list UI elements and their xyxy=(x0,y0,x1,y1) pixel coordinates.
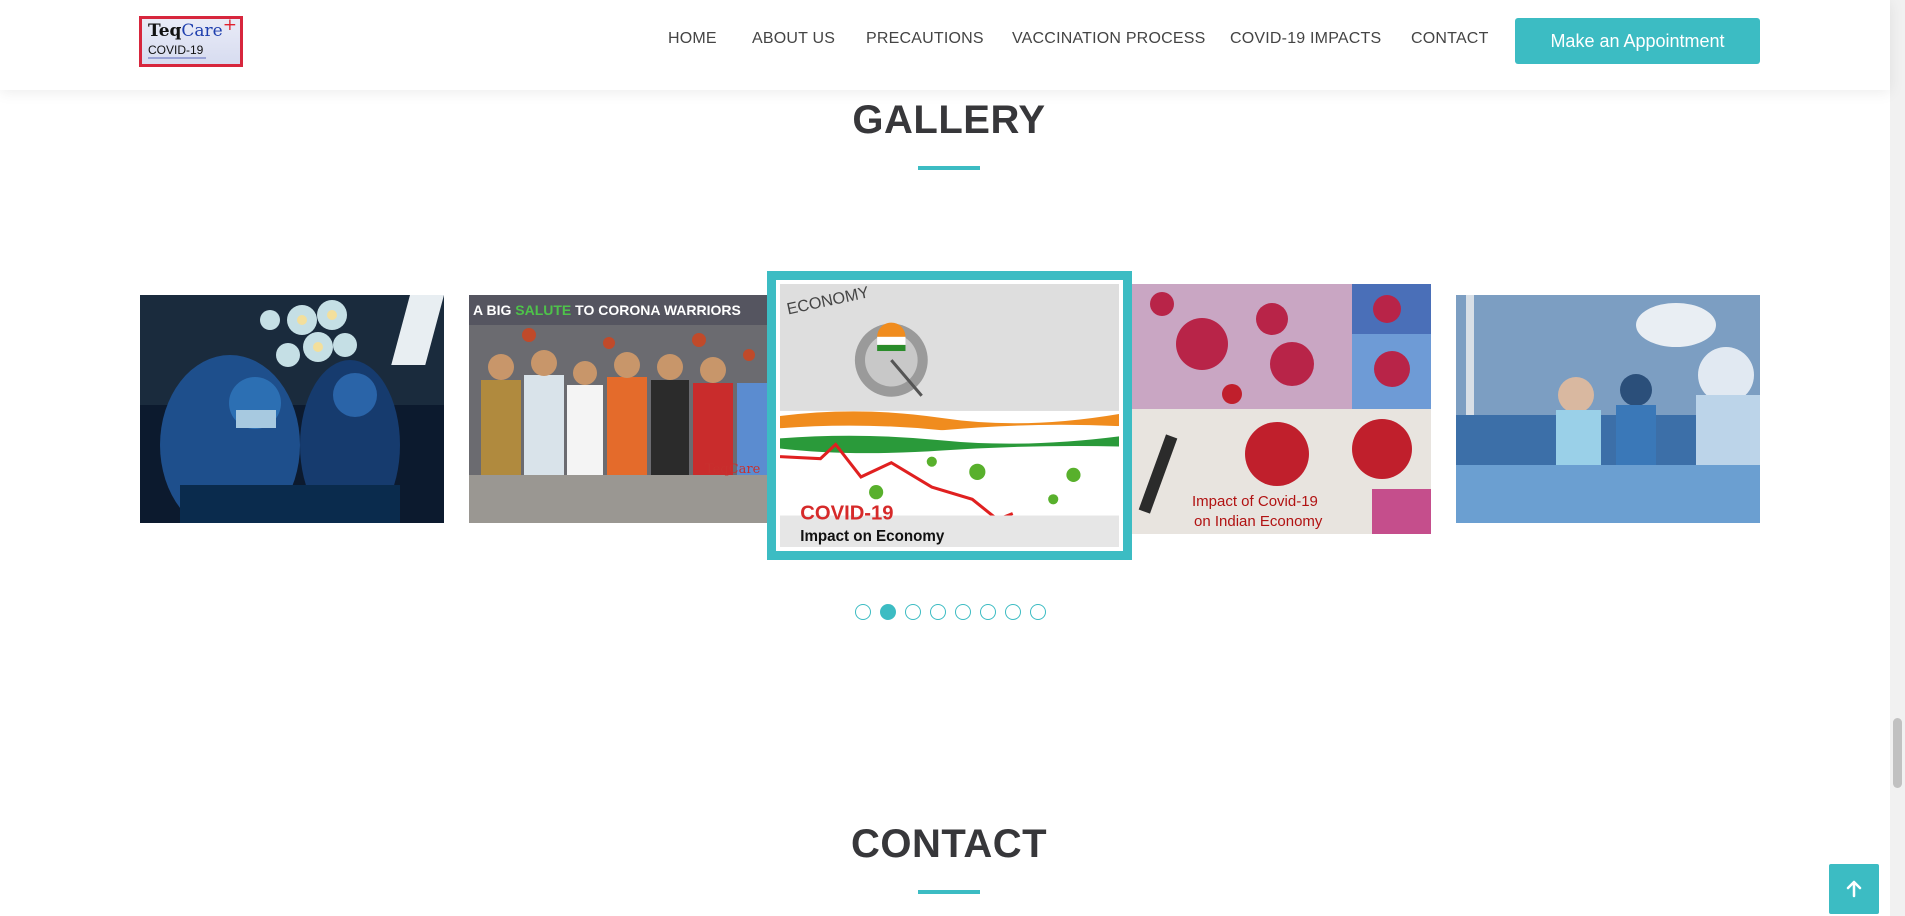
gallery-heading: GALLERY xyxy=(852,98,1046,142)
carousel-dot[interactable] xyxy=(1030,604,1046,620)
back-to-top-button[interactable] xyxy=(1829,864,1879,914)
svg-text:on Indian Economy: on Indian Economy xyxy=(1194,513,1323,530)
nav-home[interactable]: HOME xyxy=(668,30,717,48)
gallery-heading-underline xyxy=(918,166,980,170)
carousel-dot[interactable] xyxy=(955,604,971,620)
carousel-dot[interactable] xyxy=(930,604,946,620)
contact-heading: CONTACT xyxy=(850,822,1048,866)
corona-warriors-mural-icon: A BIG SALUTE TO CORONA WARRIORS TeqCare xyxy=(469,295,773,523)
carousel-dot[interactable] xyxy=(980,604,996,620)
scrollbar-thumb[interactable] xyxy=(1893,718,1902,788)
carousel-dot[interactable] xyxy=(905,604,921,620)
site-header: TeqCare+ COVID-19 HOME ABOUT US PRECAUTI… xyxy=(0,0,1890,90)
svg-text:A BIG SALUTE TO CORONA WARRIOR: A BIG SALUTE TO CORONA WARRIORS xyxy=(473,302,741,318)
gallery-slide[interactable]: Impact of Covid-19 on Indian Economy xyxy=(1132,284,1431,534)
nav-covid-impacts[interactable]: COVID-19 IMPACTS xyxy=(1230,30,1381,48)
operation-room-photo-icon xyxy=(1456,295,1760,523)
svg-text:Impact of Covid-19: Impact of Covid-19 xyxy=(1192,493,1318,510)
svg-text:COVID-19: COVID-19 xyxy=(800,503,893,525)
arrow-up-icon xyxy=(1846,880,1862,898)
covid-indian-economy-collage-icon: Impact of Covid-19 on Indian Economy xyxy=(1132,284,1431,534)
contact-heading-underline xyxy=(918,890,980,894)
make-appointment-button[interactable]: Make an Appointment xyxy=(1515,18,1760,64)
economy-impact-graphic-icon: ECONOMY COVID-19 Impact on Economy xyxy=(780,284,1119,547)
nav-vaccination-process[interactable]: VACCINATION PROCESS xyxy=(1012,30,1205,48)
gallery-slide[interactable] xyxy=(1456,295,1760,523)
gallery-slide[interactable]: A BIG SALUTE TO CORONA WARRIORS TeqCare xyxy=(469,295,773,523)
svg-text:Impact on Economy: Impact on Economy xyxy=(800,528,945,545)
nav-contact[interactable]: CONTACT xyxy=(1411,30,1489,48)
nav-precautions[interactable]: PRECAUTIONS xyxy=(866,30,984,48)
nav-about-us[interactable]: ABOUT US xyxy=(752,30,835,48)
carousel-pagination xyxy=(855,604,1046,620)
gallery-slide[interactable] xyxy=(140,295,444,523)
carousel-dot[interactable] xyxy=(855,604,871,620)
carousel-dot[interactable] xyxy=(1005,604,1021,620)
gallery-slide-active[interactable]: ECONOMY COVID-19 Impact on Economy xyxy=(767,271,1132,560)
carousel-dot[interactable] xyxy=(880,604,896,620)
svg-text:TeqCare: TeqCare xyxy=(705,462,761,477)
page-scrollbar[interactable] xyxy=(1890,0,1905,916)
surgery-photo-icon xyxy=(140,295,444,523)
page: TeqCare+ COVID-19 HOME ABOUT US PRECAUTI… xyxy=(0,0,1905,916)
